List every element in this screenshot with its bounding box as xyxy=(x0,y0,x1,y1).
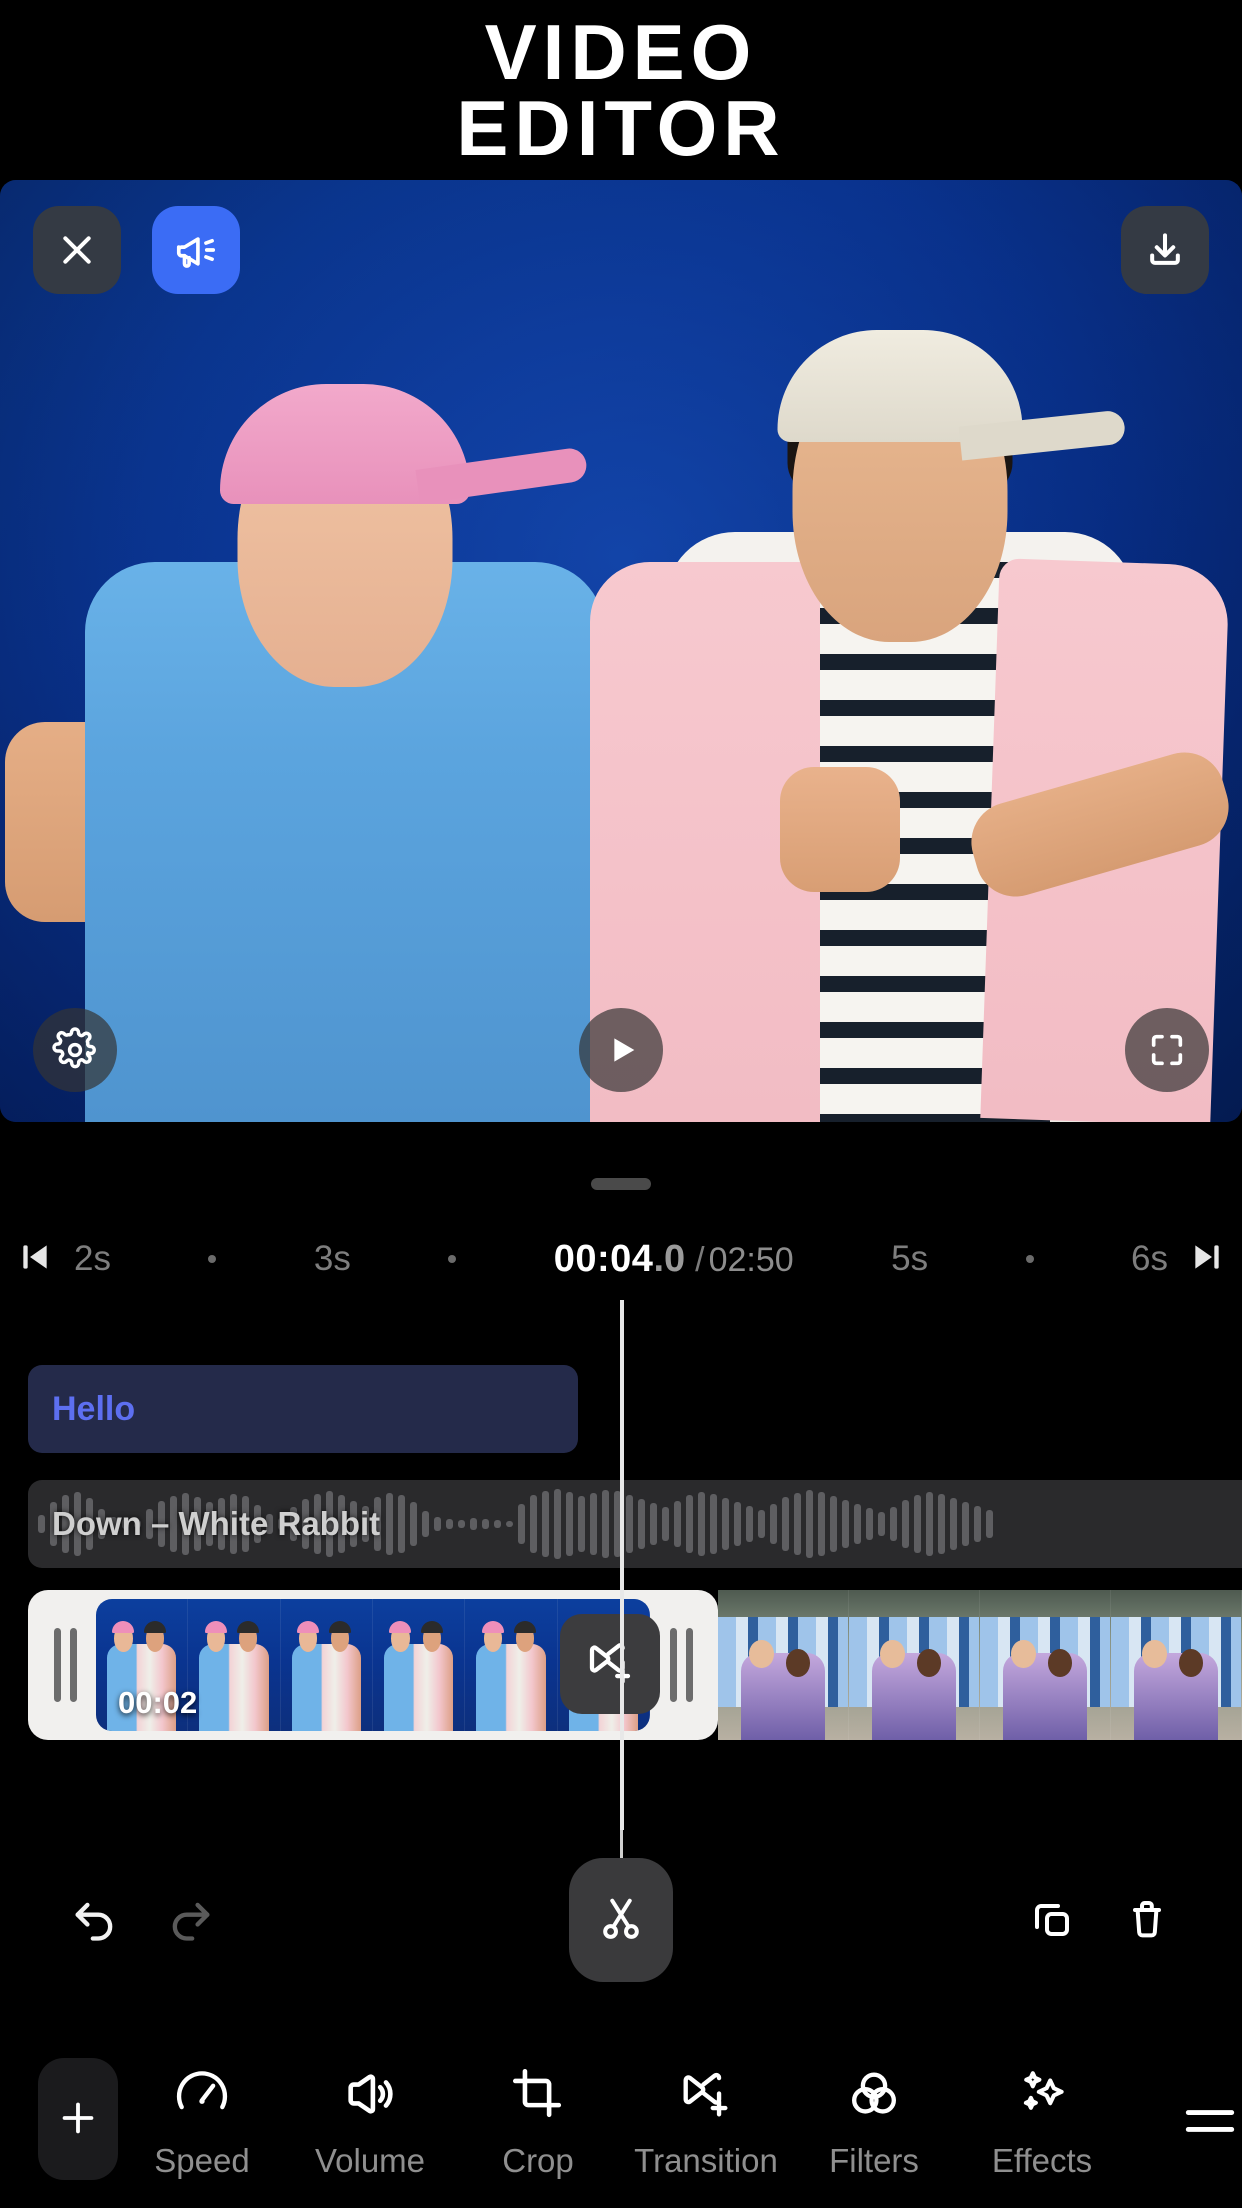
tool-effects[interactable]: Effects xyxy=(958,2059,1126,2180)
skip-to-end-button[interactable] xyxy=(1172,1237,1242,1282)
scissors-icon xyxy=(596,1894,646,1947)
current-time-value: 00:04 xyxy=(553,1237,654,1280)
ruler-ticks[interactable]: 2s 3s 00:04 .0 / 02:50 5s 6s xyxy=(70,1222,1172,1296)
tool-crop[interactable]: Crop xyxy=(454,2059,622,2180)
transition-icon xyxy=(677,2065,735,2126)
ruler-minor-tick xyxy=(1025,1255,1034,1263)
current-timecode: 00:04 .0 / 02:50 xyxy=(554,1238,794,1281)
speedometer-icon xyxy=(173,2065,231,2126)
transition-icon xyxy=(583,1636,637,1693)
play-button[interactable] xyxy=(579,1008,663,1092)
copy-icon xyxy=(1028,1895,1076,1946)
audio-clip-label: Down – White Rabbit xyxy=(52,1505,381,1542)
preview-subject-right xyxy=(590,322,1239,1122)
fullscreen-icon xyxy=(1147,1030,1187,1070)
tool-speed-label: Speed xyxy=(154,2141,250,2179)
export-button[interactable] xyxy=(1121,206,1209,294)
text-clip-label: Hello xyxy=(52,1389,136,1428)
ruler-tick-2s: 2s xyxy=(74,1239,111,1278)
fullscreen-button[interactable] xyxy=(1125,1008,1209,1092)
effects-icon xyxy=(1013,2065,1071,2126)
video-clip-next[interactable] xyxy=(718,1590,1242,1740)
playhead[interactable] xyxy=(620,1300,624,1830)
page-title-line-2: EDITOR xyxy=(456,84,786,173)
settings-button[interactable] xyxy=(33,1008,117,1092)
crop-icon xyxy=(509,2065,567,2126)
skip-previous-icon xyxy=(15,1237,55,1282)
undo-icon xyxy=(69,1893,121,1948)
plus-icon xyxy=(55,2095,101,2144)
volume-icon xyxy=(341,2065,399,2126)
download-icon xyxy=(1143,228,1187,272)
skip-next-icon xyxy=(1187,1237,1227,1282)
ruler-minor-tick xyxy=(208,1255,217,1263)
play-icon xyxy=(601,1030,641,1070)
add-transition-button[interactable] xyxy=(560,1614,660,1714)
trim-handle-left[interactable] xyxy=(34,1628,96,1702)
redo-button[interactable] xyxy=(140,1850,240,1990)
timeline-tracks: Hello Down – White Rabbit 00:02 xyxy=(0,1300,1242,1830)
bottom-toolbar: Speed Volume Crop Transition Filters Eff… xyxy=(0,2030,1242,2208)
app-screen: VIDEO EDITOR 2s 3s 00:04 .0 / 02:50 5s 6… xyxy=(0,0,1242,2208)
timeline-ruler: 2s 3s 00:04 .0 / 02:50 5s 6s xyxy=(0,1222,1242,1296)
clip-duration-label: 00:02 xyxy=(118,1685,198,1720)
total-duration: 02:50 xyxy=(708,1240,794,1279)
announce-button[interactable] xyxy=(152,206,240,294)
video-preview[interactable] xyxy=(0,180,1242,1122)
ruler-tick-5s: 5s xyxy=(891,1239,929,1278)
delete-button[interactable] xyxy=(1097,1850,1197,1990)
timecode-separator: / xyxy=(695,1240,705,1279)
ruler-tick-6s: 6s xyxy=(1131,1239,1168,1278)
duplicate-button[interactable] xyxy=(1002,1850,1102,1990)
tool-filters[interactable]: Filters xyxy=(790,2059,958,2180)
tool-adjust[interactable] xyxy=(1126,2086,1242,2153)
edit-actions-bar xyxy=(0,1850,1242,1990)
megaphone-icon xyxy=(173,227,219,273)
tool-crop-label: Crop xyxy=(502,2141,574,2179)
tool-volume[interactable]: Volume xyxy=(286,2059,454,2180)
page-title: VIDEO EDITOR xyxy=(0,8,1242,173)
timeline-drag-handle[interactable] xyxy=(591,1178,651,1190)
page-title-line-1: VIDEO xyxy=(484,8,758,96)
close-icon xyxy=(57,230,97,270)
text-clip[interactable]: Hello xyxy=(28,1365,578,1453)
trash-icon xyxy=(1123,1895,1171,1946)
split-button[interactable] xyxy=(569,1858,673,1982)
tool-speed[interactable]: Speed xyxy=(118,2059,286,2180)
tool-effects-label: Effects xyxy=(991,2141,1093,2179)
skip-to-start-button[interactable] xyxy=(0,1237,70,1282)
redo-icon xyxy=(164,1893,216,1948)
tool-list: Speed Volume Crop Transition Filters Eff… xyxy=(118,2059,1242,2180)
undo-button[interactable] xyxy=(45,1850,145,1990)
tool-transition-label: Transition xyxy=(634,2141,778,2179)
current-time-frac: .0 xyxy=(653,1237,686,1280)
tool-filters-label: Filters xyxy=(829,2141,919,2179)
gear-icon xyxy=(52,1027,96,1071)
tool-transition[interactable]: Transition xyxy=(622,2059,790,2180)
close-button[interactable] xyxy=(33,206,121,294)
ruler-tick-3s: 3s xyxy=(313,1239,351,1278)
audio-clip[interactable]: Down – White Rabbit xyxy=(28,1480,1242,1568)
filters-icon xyxy=(845,2065,903,2126)
add-media-button[interactable] xyxy=(38,2058,118,2180)
preview-subject-left xyxy=(5,362,645,1122)
tool-volume-label: Volume xyxy=(314,2141,426,2179)
sliders-icon xyxy=(1181,2092,1239,2153)
ruler-minor-tick xyxy=(448,1255,457,1263)
